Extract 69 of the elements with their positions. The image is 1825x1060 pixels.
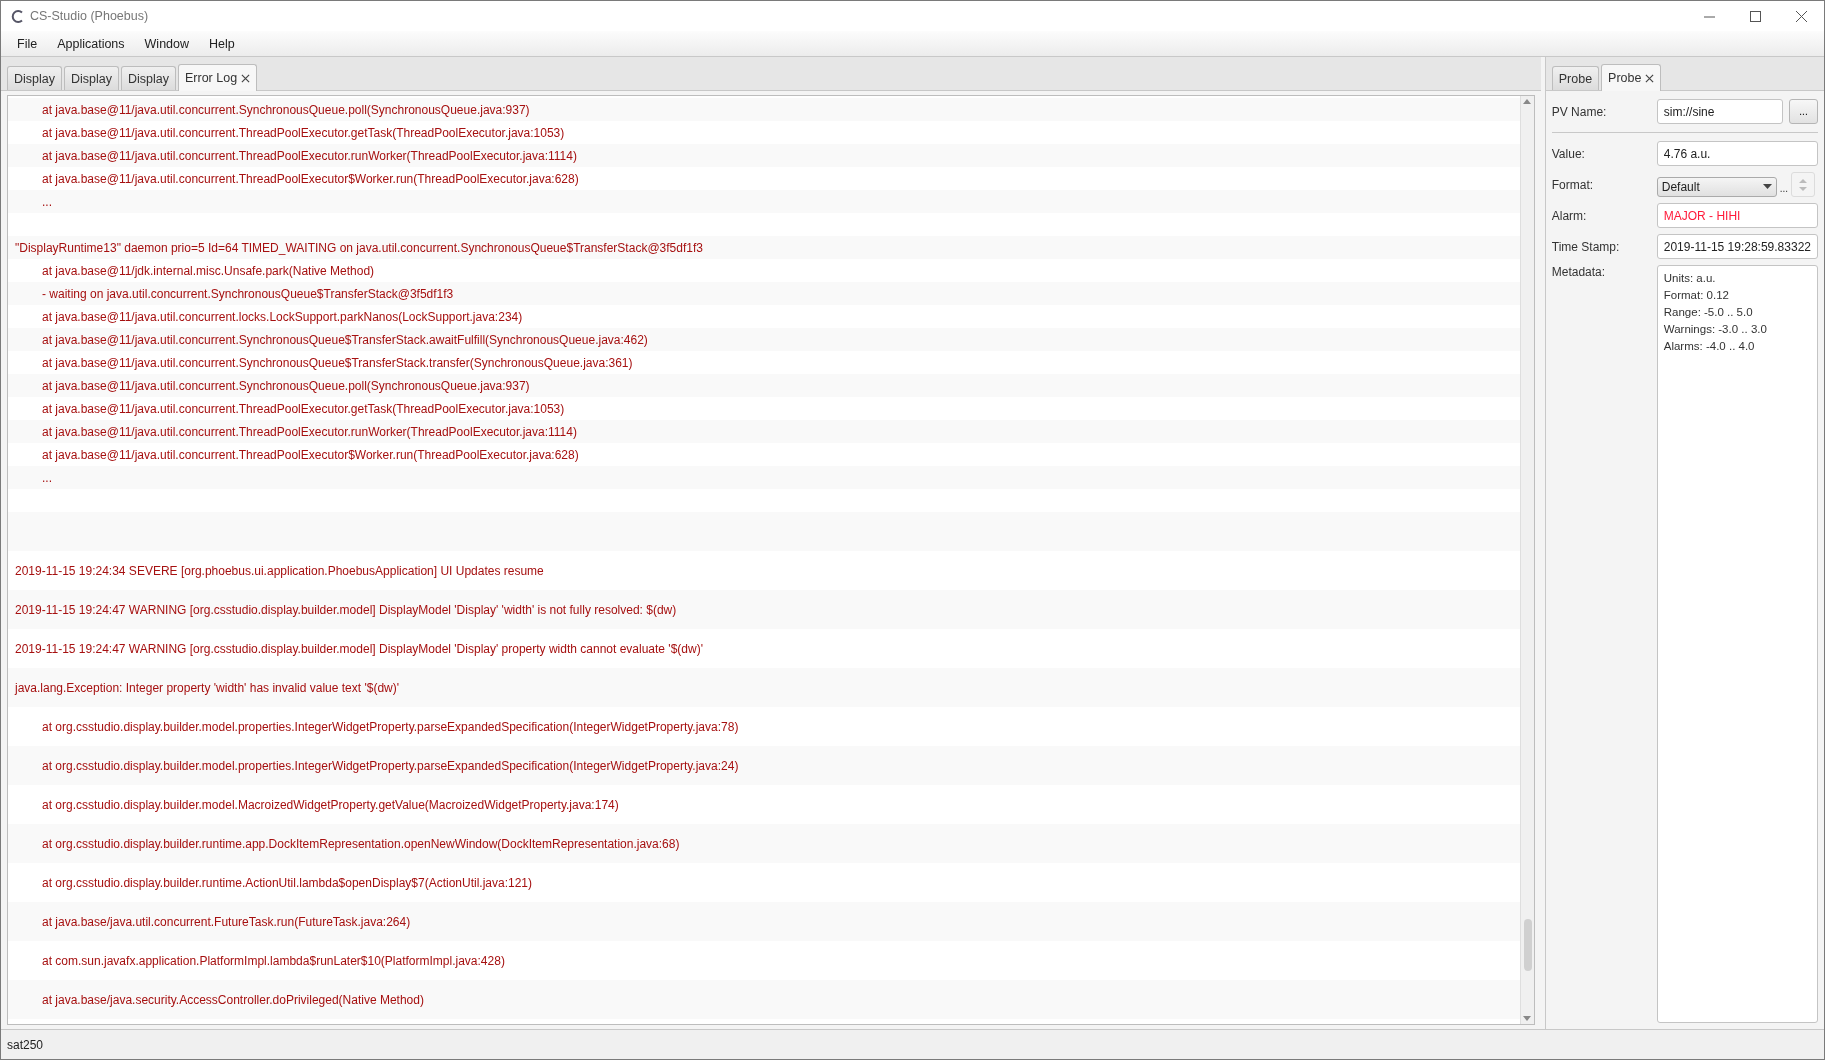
metadata-field[interactable]: Units: a.u. Format: 0.12 Range: -5.0 .. 5.0 Warnings: -3.0 .. 3.0 Alarms: -4.0 .. 4.0: [1656, 265, 1818, 1023]
format-dropdown[interactable]: Default: [1656, 176, 1777, 197]
log-line: at java.base/java.security.AccessController.doPrivileged(Native Method): [42, 992, 424, 1007]
field-label: Metadata:: [1551, 265, 1607, 279]
close-icon[interactable]: [1645, 73, 1655, 83]
metadata-line: Alarms: -4.0 .. 4.0: [1663, 339, 1756, 354]
log-line: at java.base@11/java.util.concurrent.SynchronousQueue.poll(SynchronousQueue.java:937): [42, 378, 530, 393]
close-icon[interactable]: [1795, 10, 1807, 22]
log-line: 2019-11-15 19:24:47 WARNING [org.csstudio.display.builder.model] DisplayModel 'Display' property width cannot evaluate '$(dw)': [15, 641, 703, 656]
log-line: at java.base@11/java.util.concurrent.locks.LockSupport.parkNanos(LockSupport.java:234): [42, 309, 523, 324]
text-field[interactable]: MAJOR - HIHI: [1656, 203, 1818, 228]
log-line: at java.base@11/java.util.concurrent.ThreadPoolExecutor.runWorker(ThreadPoolExecutor.java:1114): [42, 148, 577, 163]
ellipsis-text: ...: [1779, 183, 1789, 194]
scroll-thumb[interactable]: [1523, 919, 1532, 971]
menu-item[interactable]: Window: [134, 33, 200, 54]
log-line: at java.base@11/java.util.concurrent.SynchronousQueue$TransferStack.awaitFulfill(SynchronousQueue.java:462): [42, 332, 648, 347]
scroll-down-icon[interactable]: [1523, 1016, 1532, 1021]
maximize-icon[interactable]: [1749, 10, 1761, 22]
tab[interactable]: Error Log: [178, 64, 258, 91]
menu-item[interactable]: Applications: [47, 33, 135, 54]
caret-icon: [1762, 184, 1772, 189]
status-text: sat250: [7, 1037, 44, 1052]
log-line: at java.base@11/java.util.concurrent.ThreadPoolExecutor.getTask(ThreadPoolExecutor.java:1053): [42, 125, 565, 140]
log-line: java.lang.Exception: Integer property 'width' has invalid value text '$(dw)': [15, 680, 400, 695]
log-line: 2019-11-15 19:24:34 SEVERE [org.phoebus.ui.application.PhoebusApplication] UI Updates resume: [15, 563, 544, 578]
log-line: at java.base@11/java.util.concurrent.SynchronousQueue.poll(SynchronousQueue.java:937): [42, 102, 530, 117]
browse-button[interactable]: ...: [1789, 99, 1818, 124]
log-line: at org.csstudio.display.builder.model.MacroizedWidgetProperty.getValue(MacroizedWidgetProperty.java:174): [42, 797, 619, 812]
tab[interactable]: Probe: [1551, 66, 1600, 90]
log-line: at org.csstudio.display.builder.model.properties.IntegerWidgetProperty.parseExpandedSpecification(IntegerWidgetProperty.java:24): [42, 758, 739, 773]
log-line: at com.sun.javafx.application.PlatformImpl.lambda$runLater$10(PlatformImpl.java:428): [42, 953, 505, 968]
metadata-line: Units: a.u.: [1663, 271, 1717, 286]
log-line: 2019-11-15 19:24:47 WARNING [org.csstudio.display.builder.model] DisplayModel 'Display' 'width' is not fully resolved: $(dw): [15, 602, 677, 617]
menu-item[interactable]: File: [7, 33, 48, 54]
tab[interactable]: Display: [121, 66, 176, 90]
log-line: at java.base/java.util.concurrent.FutureTask.run(FutureTask.java:264): [42, 914, 411, 929]
tab[interactable]: Display: [64, 66, 119, 90]
log-line: - waiting on java.util.concurrent.SynchronousQueue$TransferStack@3f5df1f3: [42, 286, 454, 301]
tab[interactable]: Display: [7, 66, 62, 90]
log-line: ...: [42, 194, 52, 209]
menu-item[interactable]: Help: [199, 33, 245, 54]
log-line: at java.base@11/java.util.concurrent.ThreadPoolExecutor$Worker.run(ThreadPoolExecutor.java:628): [42, 447, 579, 462]
log-line: "DisplayRuntime13" daemon prio=5 Id=64 TIMED_WAITING on java.util.concurrent.SynchronousQueue$TransferStack@3f5df1f3: [15, 240, 703, 255]
log-line: at org.csstudio.display.builder.runtime.ActionUtil.lambda$openDisplay$7(ActionUtil.java:121): [42, 875, 533, 890]
log-line: ...: [42, 470, 52, 485]
log-line: at org.csstudio.display.builder.runtime.app.DockItemRepresentation.openNewWindow(DockItemRepresentation.java:68): [42, 836, 680, 851]
log-line: at java.base@11/jdk.internal.misc.Unsafe.park(Native Method): [42, 263, 375, 278]
text-field[interactable]: 2019-11-15 19:28:59.83322: [1656, 234, 1818, 259]
field-label: Value:: [1551, 146, 1586, 161]
app-logo-icon: [11, 9, 24, 23]
metadata-line: Range: -5.0 .. 5.0: [1663, 305, 1754, 320]
log-line: at java.base@11/java.util.concurrent.ThreadPoolExecutor.runWorker(ThreadPoolExecutor.java:1114): [42, 424, 577, 439]
close-icon[interactable]: [241, 73, 251, 83]
spinner[interactable]: [1791, 172, 1816, 197]
field-label: Alarm:: [1551, 208, 1588, 223]
field-label: Format:: [1551, 177, 1595, 192]
text-field[interactable]: 4.76 a.u.: [1656, 141, 1818, 166]
field-label: PV Name:: [1551, 104, 1608, 119]
log-line: at java.base@11/java.util.concurrent.ThreadPoolExecutor$Worker.run(ThreadPoolExecutor.java:628): [42, 171, 579, 186]
tab[interactable]: Probe: [1601, 64, 1662, 91]
log-line: at org.csstudio.display.builder.model.properties.IntegerWidgetProperty.parseExpandedSpecification(IntegerWidgetProperty.java:78): [42, 719, 739, 734]
field-label: Time Stamp:: [1551, 239, 1621, 254]
pv-name-field[interactable]: sim://sine: [1656, 99, 1783, 124]
scroll-up-icon[interactable]: [1523, 99, 1532, 104]
metadata-line: Warnings: -3.0 .. 3.0: [1663, 322, 1768, 337]
window-title: CS-Studio (Phoebus): [30, 9, 150, 23]
metadata-line: Format: 0.12: [1663, 288, 1730, 303]
log-line: at java.base@11/java.util.concurrent.SynchronousQueue$TransferStack.transfer(SynchronousQueue.java:361): [42, 355, 633, 370]
log-line: at java.base@11/java.util.concurrent.ThreadPoolExecutor.getTask(ThreadPoolExecutor.java:1053): [42, 401, 565, 416]
